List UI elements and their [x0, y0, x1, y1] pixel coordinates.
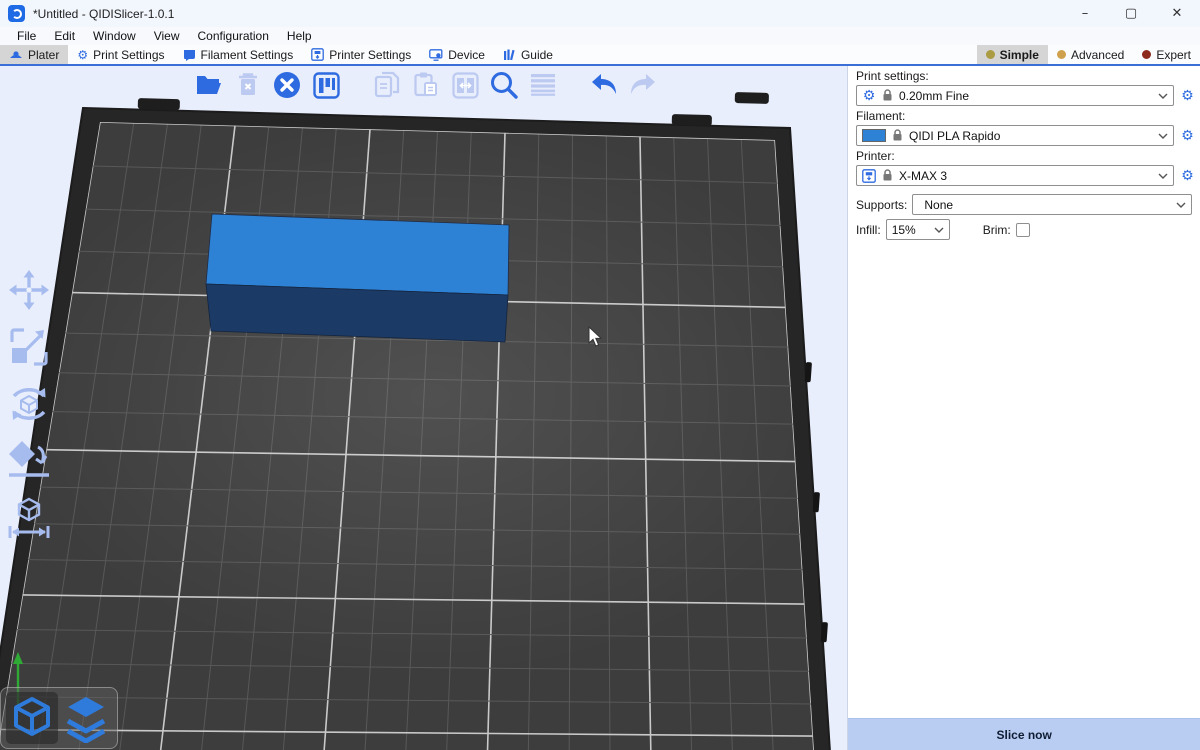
print-settings-value: 0.20mm Fine [899, 89, 1152, 103]
printer-label: Printer: [848, 146, 1200, 165]
gear-icon: ⚙ [77, 48, 88, 62]
brim-label: Brim: [983, 223, 1011, 237]
tab-guide[interactable]: Guide [494, 45, 562, 64]
brim-checkbox[interactable] [1016, 223, 1030, 237]
supports-combo[interactable]: None [912, 194, 1192, 215]
tab-filament-settings[interactable]: Filament Settings [174, 45, 303, 64]
filament-value: QIDI PLA Rapido [909, 129, 1152, 143]
printer-icon [862, 169, 876, 183]
lock-icon [882, 169, 893, 182]
measure-tool-button[interactable] [6, 496, 52, 540]
view-toggle-panel [0, 687, 118, 749]
tab-printer-settings[interactable]: Printer Settings [302, 45, 420, 64]
mode-advanced[interactable]: Advanced [1048, 45, 1133, 64]
menubar: File Edit Window View Configuration Help [0, 27, 1200, 45]
delete-all-button[interactable] [272, 70, 302, 100]
editor-3d-view-button[interactable] [6, 692, 58, 744]
mode-expert[interactable]: Expert [1133, 45, 1200, 64]
chevron-down-icon [1158, 93, 1168, 99]
infill-combo[interactable]: 15% [886, 219, 950, 240]
advanced-mode-dot-icon [1057, 50, 1066, 59]
variable-layer-height-button[interactable] [528, 70, 558, 100]
tab-print-settings[interactable]: ⚙ Print Settings [68, 45, 173, 64]
chevron-down-icon [1158, 173, 1168, 179]
filament-gear-button[interactable]: ⚙ [1178, 127, 1196, 145]
print-settings-gear-button[interactable]: ⚙ [1178, 87, 1196, 105]
move-tool-button[interactable] [6, 268, 52, 312]
arrange-button[interactable] [311, 70, 341, 100]
filament-combo[interactable]: QIDI PLA Rapido [856, 125, 1174, 146]
chevron-down-icon [1158, 133, 1168, 139]
mouse-cursor [588, 326, 604, 351]
close-button[interactable]: ✕ [1154, 0, 1200, 27]
device-icon [429, 49, 443, 61]
delete-button[interactable] [233, 70, 263, 100]
print-settings-combo[interactable]: ⚙ 0.20mm Fine [856, 85, 1174, 106]
infill-label: Infill: [856, 223, 881, 237]
window-title: *Untitled - QIDISlicer-1.0.1 [33, 7, 174, 21]
settings-sidebar: Print settings: ⚙ 0.20mm Fine ⚙ Filament… [848, 66, 1200, 750]
place-on-face-tool-button[interactable] [6, 439, 52, 483]
minimize-button[interactable]: – [1062, 0, 1108, 27]
rotate-tool-button[interactable] [6, 382, 52, 426]
paste-button[interactable] [411, 70, 441, 100]
search-button[interactable] [489, 70, 519, 100]
menu-configuration[interactable]: Configuration [189, 29, 278, 43]
menu-edit[interactable]: Edit [45, 29, 84, 43]
filament-label: Filament: [848, 106, 1200, 125]
gear-icon: ⚙ [862, 87, 876, 105]
chevron-down-icon [1176, 202, 1186, 208]
printer-combo[interactable]: X-MAX 3 [856, 165, 1174, 186]
print-settings-label: Print settings: [848, 66, 1200, 85]
copy-button[interactable] [372, 70, 402, 100]
simple-mode-dot-icon [986, 50, 995, 59]
open-project-button[interactable] [194, 70, 224, 100]
printer-gear-button[interactable]: ⚙ [1178, 167, 1196, 185]
filament-icon [183, 49, 196, 61]
print-bed-canvas [0, 66, 848, 750]
guide-icon [503, 49, 516, 61]
maximize-button[interactable]: ▢ [1108, 0, 1154, 27]
app-logo-icon [8, 5, 25, 22]
slice-now-button[interactable]: Slice now [848, 718, 1200, 750]
printer-icon [311, 48, 324, 61]
menu-help[interactable]: Help [278, 29, 321, 43]
mode-simple[interactable]: Simple [977, 45, 1048, 64]
menu-view[interactable]: View [145, 29, 189, 43]
lock-icon [882, 89, 893, 102]
chevron-down-icon [934, 227, 944, 233]
tabbar: Plater ⚙ Print Settings Filament Setting… [0, 45, 1200, 66]
printer-value: X-MAX 3 [899, 169, 1152, 183]
plater-icon [9, 49, 23, 61]
menu-window[interactable]: Window [84, 29, 145, 43]
lock-icon [892, 129, 903, 142]
titlebar: *Untitled - QIDISlicer-1.0.1 – ▢ ✕ [0, 0, 1200, 27]
tab-plater[interactable]: Plater [0, 45, 68, 64]
mode-switcher: Simple Advanced Expert [977, 45, 1200, 64]
supports-value: None [918, 198, 1170, 212]
preview-layers-view-button[interactable] [60, 692, 112, 744]
main-toolbar [194, 70, 658, 100]
qidislicer-window: *Untitled - QIDISlicer-1.0.1 – ▢ ✕ File … [0, 0, 1200, 750]
3d-viewport[interactable] [0, 66, 848, 750]
supports-label: Supports: [856, 198, 907, 212]
undo-button[interactable] [589, 70, 619, 100]
filament-color-swatch [862, 129, 886, 142]
redo-button[interactable] [628, 70, 658, 100]
gizmo-toolbar [6, 268, 52, 540]
menu-file[interactable]: File [8, 29, 45, 43]
infill-value: 15% [892, 223, 928, 237]
scale-tool-button[interactable] [6, 325, 52, 369]
split-to-objects-button[interactable] [450, 70, 480, 100]
tab-device[interactable]: Device [420, 45, 494, 64]
expert-mode-dot-icon [1142, 50, 1151, 59]
